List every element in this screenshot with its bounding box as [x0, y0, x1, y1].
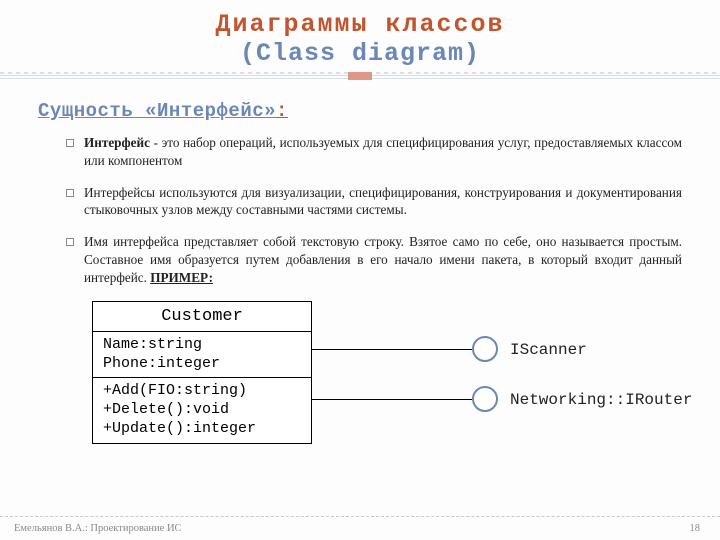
- interface-label-simple: IScanner: [510, 341, 587, 359]
- class-attr: Phone:integer: [103, 355, 301, 374]
- decorative-divider: [0, 72, 720, 82]
- bullet-list: Интерфейс - это набор операций, использу…: [38, 134, 682, 287]
- list-item: Интерфейс - это набор операций, использу…: [66, 134, 682, 170]
- interface-lollipop-icon: [472, 336, 498, 362]
- class-attributes: Name:string Phone:integer: [93, 332, 311, 379]
- page-number: 18: [690, 523, 701, 534]
- class-box: Customer Name:string Phone:integer +Add(…: [92, 301, 312, 444]
- interface-lollipop-icon: [472, 386, 498, 412]
- slide-footer: Емельянов В.А.: Проектирование ИС 18: [0, 516, 720, 540]
- example-label: ПРИМЕР:: [150, 270, 213, 285]
- slide-title-line2: (Class diagram): [0, 39, 720, 68]
- section-heading-colon: :: [276, 100, 288, 122]
- list-text: Интерфейсы используются для визуализации…: [84, 185, 682, 218]
- list-item: Имя интерфейса представляет собой тексто…: [66, 233, 682, 286]
- class-attr: Name:string: [103, 336, 301, 355]
- uml-diagram: Customer Name:string Phone:integer +Add(…: [92, 301, 682, 461]
- footer-author: Емельянов В.А.: Проектирование ИС: [14, 523, 182, 534]
- section-heading-text: Сущность «Интерфейс»: [38, 100, 276, 122]
- list-item: Интерфейсы используются для визуализации…: [66, 184, 682, 220]
- connector-line: [312, 349, 472, 350]
- class-op: +Add(FIO:string): [103, 382, 301, 401]
- section-heading: Сущность «Интерфейс»:: [38, 100, 682, 122]
- class-op: +Update():integer: [103, 420, 301, 439]
- class-operations: +Add(FIO:string) +Delete():void +Update(…: [93, 378, 311, 442]
- connector-line: [312, 399, 472, 400]
- term-bold: Интерфейс: [84, 135, 150, 150]
- class-op: +Delete():void: [103, 401, 301, 420]
- slide-title-line1: Диаграммы классов: [0, 10, 720, 39]
- list-text: - это набор операций, используемых для с…: [84, 135, 682, 168]
- class-name: Customer: [93, 302, 311, 332]
- interface-label-compound: Networking::IRouter: [510, 391, 692, 409]
- accent-mark: [348, 72, 372, 80]
